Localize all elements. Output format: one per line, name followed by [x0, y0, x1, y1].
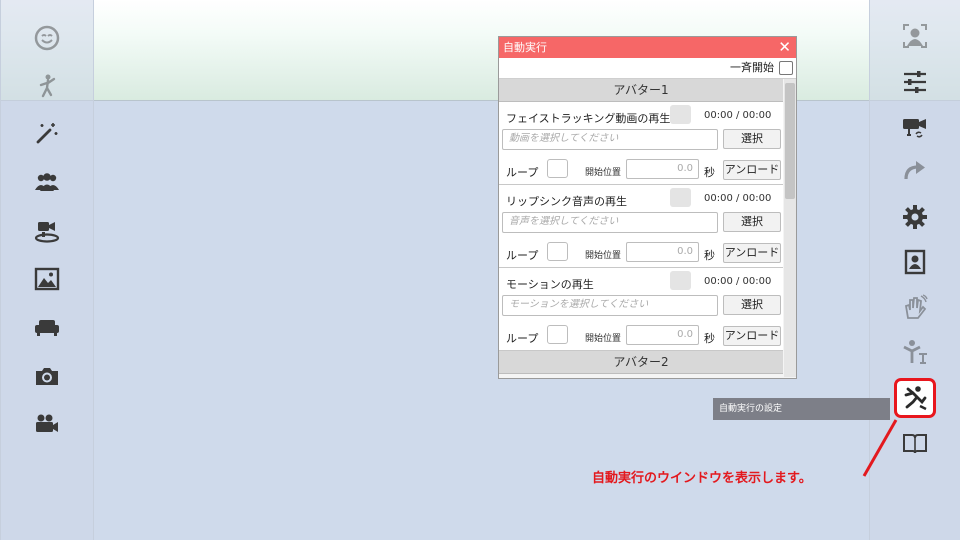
face-tracking-icon[interactable] — [895, 16, 935, 56]
all-start-label: 一斉開始 — [730, 61, 774, 74]
left-sidebar — [0, 0, 94, 540]
face-icon[interactable] — [27, 18, 67, 58]
start-position-input[interactable]: 0.0 — [626, 242, 699, 262]
pose-icon[interactable] — [895, 332, 935, 372]
unload-button[interactable]: アンロード — [723, 160, 781, 180]
window-scrollbar[interactable] — [784, 79, 796, 377]
dance-icon[interactable] — [27, 66, 67, 106]
start-position-label: 開始位置 — [585, 334, 622, 344]
seconds-unit: 秒 — [704, 332, 715, 345]
time-readout: 00:00 / 00:00 — [704, 110, 772, 121]
window-title-bar[interactable]: 自動実行 ✕ — [499, 37, 796, 58]
magic-wand-icon[interactable] — [27, 113, 67, 153]
auto-run-window: 自動実行 ✕ 一斉開始 アバター1 フェイストラッキング動画の再生 00:00 … — [498, 36, 797, 379]
video-camera-sync-icon[interactable] — [895, 107, 935, 147]
file-input[interactable]: 音声を選択してください — [502, 212, 718, 233]
seconds-unit: 秒 — [704, 166, 715, 179]
window-title: 自動実行 — [503, 41, 547, 54]
section-title: リップシンク音声の再生 — [506, 195, 627, 208]
select-button[interactable]: 選択 — [723, 129, 781, 149]
play-toggle[interactable] — [670, 188, 691, 207]
start-position-input[interactable]: 0.0 — [626, 325, 699, 345]
start-position-input[interactable]: 0.0 — [626, 159, 699, 179]
time-readout: 00:00 / 00:00 — [704, 276, 772, 287]
unload-button[interactable]: アンロード — [723, 243, 781, 263]
start-position-label: 開始位置 — [585, 168, 622, 178]
video-camera-icon[interactable] — [27, 404, 67, 444]
wave-hand-icon[interactable] — [895, 287, 935, 327]
file-input[interactable]: 動画を選択してください — [502, 129, 718, 150]
avatar2-header[interactable]: アバター2 — [499, 351, 783, 374]
time-readout: 00:00 / 00:00 — [704, 193, 772, 204]
sofa-icon[interactable] — [27, 307, 67, 347]
book-icon[interactable] — [895, 422, 935, 462]
loop-label: ループ — [506, 332, 539, 345]
start-position-label: 開始位置 — [585, 251, 622, 261]
loop-label: ループ — [506, 166, 539, 179]
gear-icon[interactable] — [895, 197, 935, 237]
motion-section: モーションの再生 00:00 / 00:00 モーションを選択してください 選択… — [499, 268, 783, 351]
seconds-unit: 秒 — [704, 249, 715, 262]
play-toggle[interactable] — [670, 271, 691, 290]
auto-run-icon[interactable] — [894, 378, 936, 418]
right-sidebar — [869, 0, 960, 540]
redo-icon[interactable] — [895, 152, 935, 192]
avatar1-header[interactable]: アバター1 — [499, 79, 783, 102]
unload-button[interactable]: アンロード — [723, 326, 781, 346]
close-icon[interactable]: ✕ — [778, 37, 791, 58]
window-content: アバター1 フェイストラッキング動画の再生 00:00 / 00:00 動画を選… — [499, 79, 783, 379]
loop-toggle[interactable] — [547, 325, 568, 344]
auto-run-tooltip: 自動実行の設定 — [713, 398, 890, 420]
top-background — [0, 0, 960, 101]
select-button[interactable]: 選択 — [723, 212, 781, 232]
all-start-checkbox[interactable] — [779, 61, 793, 75]
loop-toggle[interactable] — [547, 159, 568, 178]
scroll-thumb[interactable] — [785, 83, 795, 199]
all-start-row: 一斉開始 — [499, 58, 796, 79]
image-icon[interactable] — [27, 259, 67, 299]
lip-sync-audio-section: リップシンク音声の再生 00:00 / 00:00 音声を選択してください 選択… — [499, 185, 783, 268]
callout-text: 自動実行のウインドウを表示します。 — [592, 471, 812, 486]
loop-label: ループ — [506, 249, 539, 262]
sliders-icon[interactable] — [895, 62, 935, 102]
group-icon[interactable] — [27, 162, 67, 202]
file-input[interactable]: モーションを選択してください — [502, 295, 718, 316]
camera-icon[interactable] — [27, 356, 67, 396]
face-tracking-video-section: フェイストラッキング動画の再生 00:00 / 00:00 動画を選択してくださ… — [499, 102, 783, 185]
section-title: モーションの再生 — [506, 278, 594, 291]
section-title: フェイストラッキング動画の再生 — [506, 112, 671, 125]
play-toggle[interactable] — [670, 105, 691, 124]
camera-stage-icon[interactable] — [27, 211, 67, 251]
select-button[interactable]: 選択 — [723, 295, 781, 315]
loop-toggle[interactable] — [547, 242, 568, 261]
portrait-icon[interactable] — [895, 242, 935, 282]
